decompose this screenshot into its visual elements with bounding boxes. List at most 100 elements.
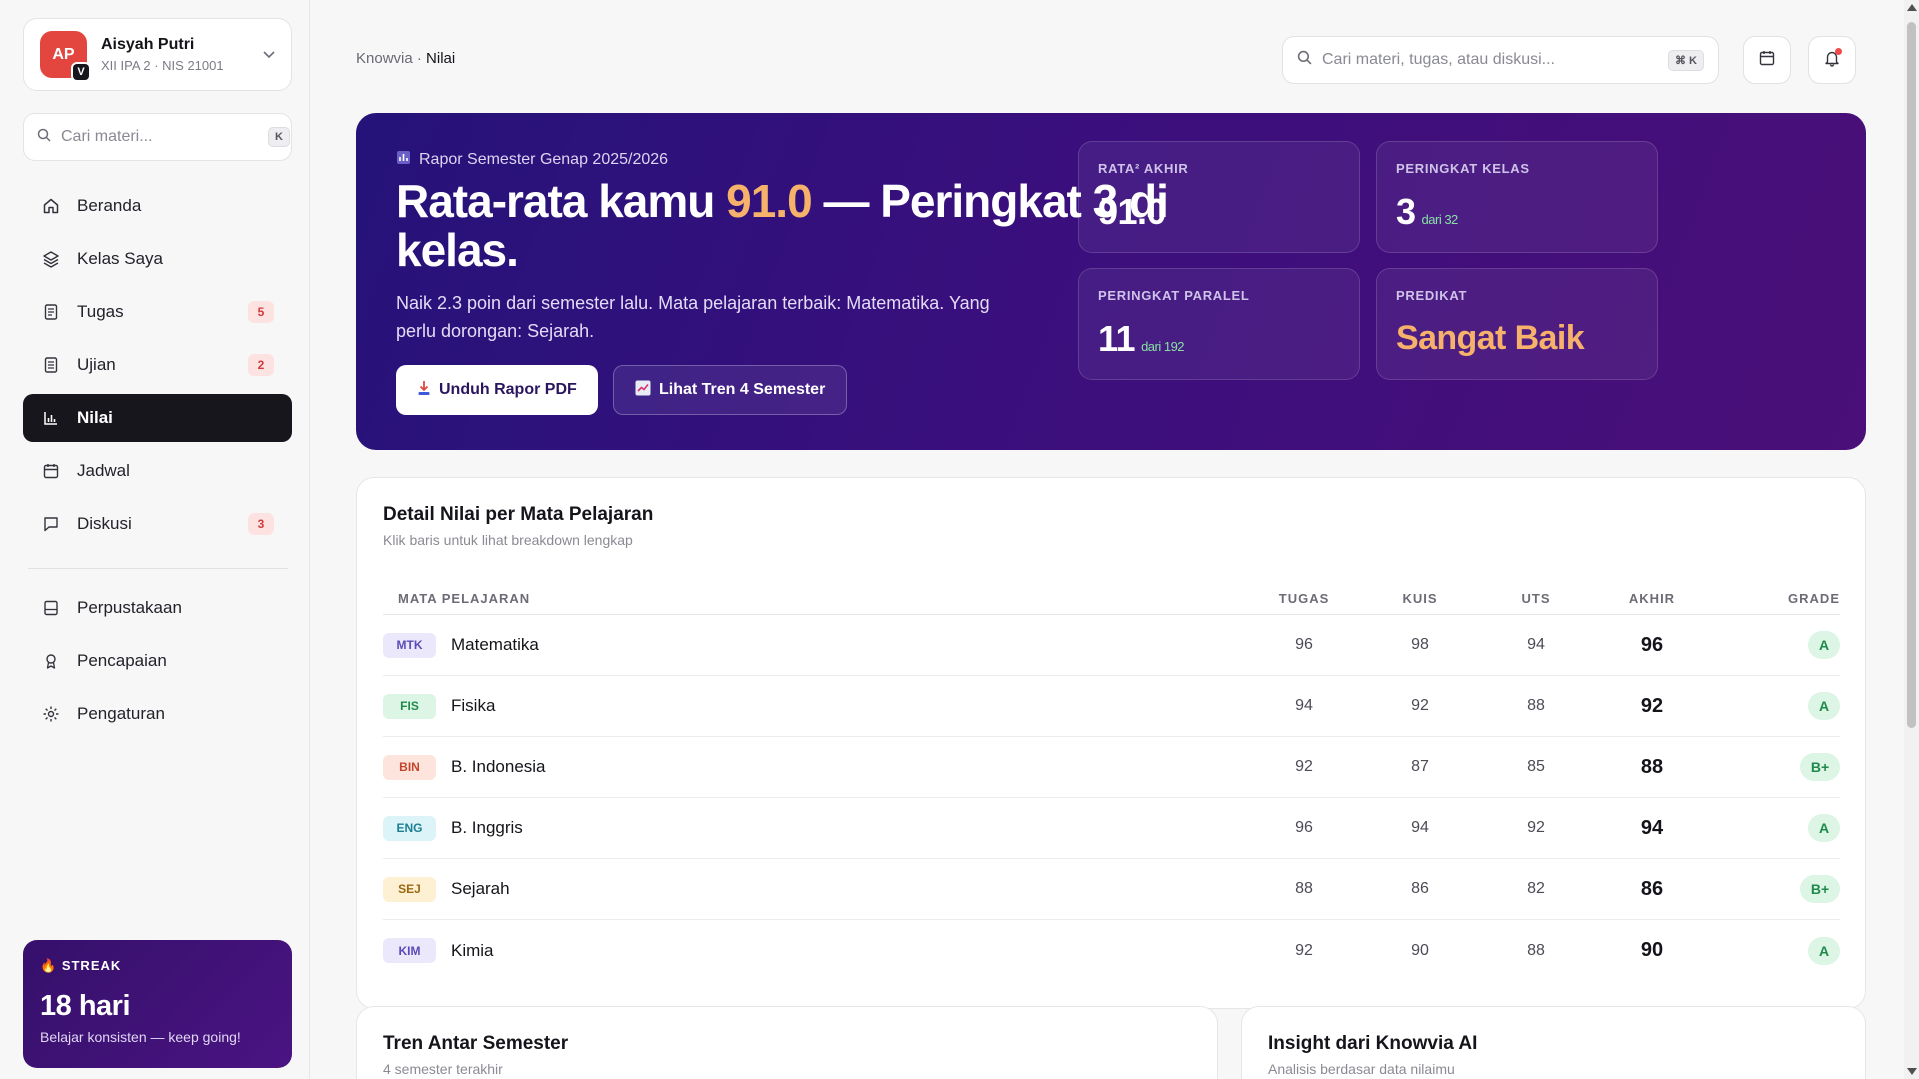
subject-code-tag: MTK bbox=[383, 632, 436, 658]
notification-dot bbox=[1835, 48, 1842, 55]
breadcrumb-separator: · bbox=[412, 50, 427, 67]
table-row[interactable]: ENG B. Inggris 96 94 92 94 A bbox=[383, 798, 1840, 859]
award-icon bbox=[41, 652, 61, 670]
table-row[interactable]: BIN B. Indonesia 92 87 85 88 B+ bbox=[383, 737, 1840, 798]
table-row[interactable]: KIM Kimia 92 90 88 90 A bbox=[383, 920, 1840, 981]
grade-cell: B+ bbox=[1710, 875, 1840, 903]
profile-info: Aisyah Putri XII IPA 2 · NIS 21001 bbox=[101, 36, 263, 73]
global-search[interactable]: ⌘ K bbox=[1282, 36, 1719, 84]
final-score: 88 bbox=[1640, 755, 1664, 778]
sidebar-item-label: Pengaturan bbox=[77, 704, 165, 723]
sidebar-item-nilai[interactable]: Nilai bbox=[23, 394, 292, 442]
grade-badge: A bbox=[1808, 936, 1840, 965]
uts-score: 88 bbox=[1527, 697, 1545, 714]
report-hero: Rapor Semester Genap 2025/2026 Rata-rata… bbox=[356, 113, 1866, 450]
profile-switcher[interactable]: AP V Aisyah Putri XII IPA 2 · NIS 21001 bbox=[23, 18, 292, 91]
hero-description: Naik 2.3 poin dari semester lalu. Mata p… bbox=[396, 293, 990, 341]
scroll-up-arrow[interactable] bbox=[1907, 4, 1917, 11]
stat-subvalue: dari 32 bbox=[1421, 212, 1459, 227]
scrollbar-thumb[interactable] bbox=[1907, 22, 1916, 728]
shortcut-hint: ⌘ K bbox=[1668, 49, 1704, 71]
view-trend-button[interactable]: Lihat Tren 4 Semester bbox=[613, 365, 848, 415]
grade-badge: B+ bbox=[1800, 753, 1840, 781]
tugas-score: 96 bbox=[1295, 636, 1313, 653]
final-score: 86 bbox=[1640, 877, 1664, 900]
uts-score: 85 bbox=[1527, 758, 1545, 775]
home-icon bbox=[41, 197, 61, 215]
sidebar-item-kelas-saya[interactable]: Kelas Saya bbox=[23, 235, 292, 283]
kuis-score: 98 bbox=[1411, 636, 1429, 653]
chevron-down-icon[interactable] bbox=[263, 48, 275, 62]
sidebar-search-input[interactable] bbox=[61, 128, 268, 146]
scroll-down-arrow[interactable] bbox=[1907, 1068, 1917, 1075]
hero-title: Rata-rata kamu 91.0 — Peringkat 3 di kel… bbox=[396, 177, 1176, 275]
calendar-button[interactable] bbox=[1743, 36, 1791, 84]
stat-value: 91.0 bbox=[1098, 191, 1167, 232]
kuis-score: 86 bbox=[1411, 880, 1429, 897]
stat-value: 3 bbox=[1396, 191, 1416, 232]
breadcrumb-root[interactable]: Knowvia bbox=[356, 50, 413, 67]
bar-chart-icon bbox=[41, 410, 61, 426]
document-icon bbox=[41, 303, 61, 321]
sidebar-item-pengaturan[interactable]: Pengaturan bbox=[23, 690, 292, 738]
hero-label-text: Rapor Semester Genap 2025/2026 bbox=[419, 151, 669, 168]
uts-score: 88 bbox=[1527, 941, 1545, 959]
table-row[interactable]: MTK Matematika 96 98 94 96 A bbox=[383, 615, 1840, 676]
notifications-button[interactable] bbox=[1808, 36, 1856, 84]
card-subtitle: Klik baris untuk lihat breakdown lengkap bbox=[383, 532, 633, 548]
stat-value: 11 bbox=[1098, 318, 1136, 359]
subject-cell: FIS Fisika bbox=[383, 693, 1246, 719]
stat-label: PERINGKAT KELAS bbox=[1396, 161, 1530, 176]
card-title: Insight dari Knowvia AI bbox=[1268, 1033, 1478, 1054]
sidebar-item-pencapaian[interactable]: Pencapaian bbox=[23, 637, 292, 685]
flame-icon: 🔥 bbox=[40, 958, 58, 973]
column-header-subject: MATA PELAJARAN bbox=[398, 591, 531, 606]
subject-code-tag: SEJ bbox=[383, 876, 436, 902]
ai-insight-card: Insight dari Knowvia AI Analisis berdasa… bbox=[1241, 1006, 1866, 1079]
view-trend-label: Lihat Tren 4 Semester bbox=[659, 381, 826, 398]
column-header-kuis: KUIS bbox=[1402, 591, 1438, 606]
sidebar-item-label: Pencapaian bbox=[77, 651, 167, 670]
main-nav: Beranda Kelas Saya Tugas 5 Ujian 2 Nilai… bbox=[23, 182, 292, 553]
avatar: AP V bbox=[40, 31, 91, 82]
column-header-grade: GRADE bbox=[1788, 591, 1840, 606]
chat-icon bbox=[41, 515, 61, 533]
uts-score: 92 bbox=[1527, 819, 1545, 836]
sidebar-item-tugas[interactable]: Tugas 5 bbox=[23, 288, 292, 336]
gear-icon bbox=[41, 705, 61, 723]
profile-class: XII IPA 2 · NIS 21001 bbox=[101, 58, 224, 73]
insight-card-header: Insight dari Knowvia AI Analisis berdasa… bbox=[1268, 1033, 1477, 1077]
subject-name: B. Indonesia bbox=[451, 757, 546, 776]
kuis-score: 92 bbox=[1411, 697, 1429, 714]
page-scrollbar[interactable] bbox=[1904, 0, 1919, 1079]
breadcrumb: Knowvia · Nilai bbox=[356, 50, 455, 67]
stat-label: RATA² AKHIR bbox=[1098, 161, 1189, 176]
final-score: 90 bbox=[1640, 939, 1664, 961]
stat-label: PREDIKAT bbox=[1396, 288, 1468, 303]
table-row[interactable]: FIS Fisika 94 92 88 92 A bbox=[383, 676, 1840, 737]
sidebar-item-perpustakaan[interactable]: Perpustakaan bbox=[23, 584, 292, 632]
column-header-uts: UTS bbox=[1521, 591, 1551, 606]
table-row[interactable]: SEJ Sejarah 88 86 82 86 B+ bbox=[383, 859, 1840, 920]
card-title: Tren Antar Semester bbox=[383, 1033, 569, 1054]
subject-cell: KIM Kimia bbox=[383, 938, 1246, 963]
tugas-count-badge: 5 bbox=[248, 301, 274, 323]
global-search-input[interactable] bbox=[1322, 51, 1668, 69]
streak-label: STREAK bbox=[61, 958, 122, 973]
card-title: Detail Nilai per Mata Pelajaran bbox=[383, 504, 654, 525]
stat-subvalue: dari 192 bbox=[1141, 339, 1185, 354]
sidebar-item-ujian[interactable]: Ujian 2 bbox=[23, 341, 292, 389]
tugas-score: 96 bbox=[1295, 819, 1313, 836]
download-report-button[interactable]: Unduh Rapor PDF bbox=[396, 365, 598, 415]
diskusi-count-badge: 3 bbox=[248, 513, 274, 535]
tugas-score: 92 bbox=[1295, 941, 1313, 959]
sidebar-item-beranda[interactable]: Beranda bbox=[23, 182, 292, 230]
sidebar-item-diskusi[interactable]: Diskusi 3 bbox=[23, 500, 292, 548]
secondary-nav: Perpustakaan Pencapaian Pengaturan bbox=[23, 584, 292, 743]
sidebar-item-jadwal[interactable]: Jadwal bbox=[23, 447, 292, 495]
avatar-badge: V bbox=[71, 62, 91, 82]
sidebar-item-label: Perpustakaan bbox=[77, 598, 182, 617]
sidebar-search[interactable]: K bbox=[23, 113, 292, 161]
grade-badge: A bbox=[1808, 814, 1840, 842]
subject-cell: SEJ Sejarah bbox=[383, 876, 1246, 902]
